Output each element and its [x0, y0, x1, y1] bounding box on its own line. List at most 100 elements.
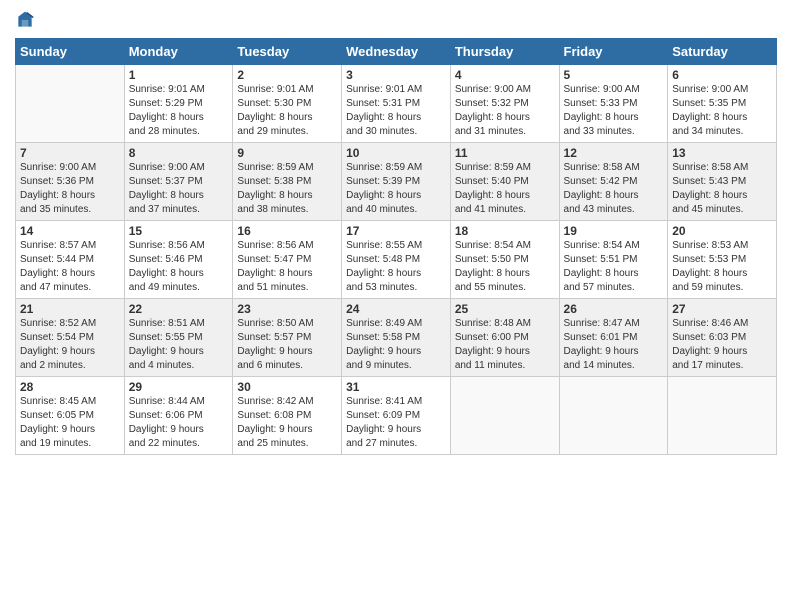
- day-number: 28: [20, 380, 120, 394]
- calendar-cell: 29Sunrise: 8:44 AM Sunset: 6:06 PM Dayli…: [124, 377, 233, 455]
- calendar-cell: 12Sunrise: 8:58 AM Sunset: 5:42 PM Dayli…: [559, 143, 668, 221]
- calendar-week-row: 14Sunrise: 8:57 AM Sunset: 5:44 PM Dayli…: [16, 221, 777, 299]
- calendar-cell: 10Sunrise: 8:59 AM Sunset: 5:39 PM Dayli…: [342, 143, 451, 221]
- day-number: 11: [455, 146, 555, 160]
- day-number: 6: [672, 68, 772, 82]
- calendar-week-row: 28Sunrise: 8:45 AM Sunset: 6:05 PM Dayli…: [16, 377, 777, 455]
- day-number: 24: [346, 302, 446, 316]
- page-container: SundayMondayTuesdayWednesdayThursdayFrid…: [0, 0, 792, 465]
- day-info: Sunrise: 8:42 AM Sunset: 6:08 PM Dayligh…: [237, 395, 337, 451]
- day-info: Sunrise: 8:51 AM Sunset: 5:55 PM Dayligh…: [129, 317, 229, 373]
- header: [15, 10, 777, 30]
- calendar-header-friday: Friday: [559, 39, 668, 65]
- day-number: 1: [129, 68, 229, 82]
- day-number: 30: [237, 380, 337, 394]
- logo: [15, 10, 37, 30]
- calendar-header-wednesday: Wednesday: [342, 39, 451, 65]
- calendar-cell: [668, 377, 777, 455]
- day-number: 22: [129, 302, 229, 316]
- calendar-cell: 2Sunrise: 9:01 AM Sunset: 5:30 PM Daylig…: [233, 65, 342, 143]
- day-number: 18: [455, 224, 555, 238]
- day-number: 17: [346, 224, 446, 238]
- day-info: Sunrise: 9:00 AM Sunset: 5:35 PM Dayligh…: [672, 83, 772, 139]
- day-number: 13: [672, 146, 772, 160]
- day-number: 9: [237, 146, 337, 160]
- day-info: Sunrise: 8:41 AM Sunset: 6:09 PM Dayligh…: [346, 395, 446, 451]
- day-info: Sunrise: 8:46 AM Sunset: 6:03 PM Dayligh…: [672, 317, 772, 373]
- calendar-cell: 23Sunrise: 8:50 AM Sunset: 5:57 PM Dayli…: [233, 299, 342, 377]
- day-info: Sunrise: 8:56 AM Sunset: 5:46 PM Dayligh…: [129, 239, 229, 295]
- day-number: 23: [237, 302, 337, 316]
- day-number: 7: [20, 146, 120, 160]
- day-info: Sunrise: 8:53 AM Sunset: 5:53 PM Dayligh…: [672, 239, 772, 295]
- calendar-cell: 5Sunrise: 9:00 AM Sunset: 5:33 PM Daylig…: [559, 65, 668, 143]
- day-number: 19: [564, 224, 664, 238]
- day-info: Sunrise: 8:54 AM Sunset: 5:50 PM Dayligh…: [455, 239, 555, 295]
- day-number: 15: [129, 224, 229, 238]
- day-number: 25: [455, 302, 555, 316]
- day-info: Sunrise: 8:54 AM Sunset: 5:51 PM Dayligh…: [564, 239, 664, 295]
- calendar-cell: 15Sunrise: 8:56 AM Sunset: 5:46 PM Dayli…: [124, 221, 233, 299]
- calendar-week-row: 1Sunrise: 9:01 AM Sunset: 5:29 PM Daylig…: [16, 65, 777, 143]
- calendar-cell: 19Sunrise: 8:54 AM Sunset: 5:51 PM Dayli…: [559, 221, 668, 299]
- day-number: 10: [346, 146, 446, 160]
- day-info: Sunrise: 8:50 AM Sunset: 5:57 PM Dayligh…: [237, 317, 337, 373]
- day-info: Sunrise: 9:00 AM Sunset: 5:32 PM Dayligh…: [455, 83, 555, 139]
- calendar-cell: [16, 65, 125, 143]
- calendar-header-monday: Monday: [124, 39, 233, 65]
- calendar-cell: 22Sunrise: 8:51 AM Sunset: 5:55 PM Dayli…: [124, 299, 233, 377]
- day-number: 16: [237, 224, 337, 238]
- day-info: Sunrise: 8:57 AM Sunset: 5:44 PM Dayligh…: [20, 239, 120, 295]
- day-info: Sunrise: 9:00 AM Sunset: 5:37 PM Dayligh…: [129, 161, 229, 217]
- day-number: 27: [672, 302, 772, 316]
- calendar-cell: 7Sunrise: 9:00 AM Sunset: 5:36 PM Daylig…: [16, 143, 125, 221]
- day-info: Sunrise: 8:59 AM Sunset: 5:39 PM Dayligh…: [346, 161, 446, 217]
- calendar-header-tuesday: Tuesday: [233, 39, 342, 65]
- day-info: Sunrise: 8:56 AM Sunset: 5:47 PM Dayligh…: [237, 239, 337, 295]
- calendar-cell: 28Sunrise: 8:45 AM Sunset: 6:05 PM Dayli…: [16, 377, 125, 455]
- calendar-cell: 25Sunrise: 8:48 AM Sunset: 6:00 PM Dayli…: [450, 299, 559, 377]
- day-number: 21: [20, 302, 120, 316]
- day-info: Sunrise: 8:47 AM Sunset: 6:01 PM Dayligh…: [564, 317, 664, 373]
- day-number: 31: [346, 380, 446, 394]
- calendar-cell: 1Sunrise: 9:01 AM Sunset: 5:29 PM Daylig…: [124, 65, 233, 143]
- day-info: Sunrise: 8:44 AM Sunset: 6:06 PM Dayligh…: [129, 395, 229, 451]
- day-number: 26: [564, 302, 664, 316]
- logo-icon: [15, 10, 35, 30]
- calendar-cell: 21Sunrise: 8:52 AM Sunset: 5:54 PM Dayli…: [16, 299, 125, 377]
- calendar-cell: 24Sunrise: 8:49 AM Sunset: 5:58 PM Dayli…: [342, 299, 451, 377]
- calendar-header-row: SundayMondayTuesdayWednesdayThursdayFrid…: [16, 39, 777, 65]
- day-number: 3: [346, 68, 446, 82]
- day-number: 29: [129, 380, 229, 394]
- calendar-cell: 31Sunrise: 8:41 AM Sunset: 6:09 PM Dayli…: [342, 377, 451, 455]
- day-info: Sunrise: 8:49 AM Sunset: 5:58 PM Dayligh…: [346, 317, 446, 373]
- calendar-cell: 27Sunrise: 8:46 AM Sunset: 6:03 PM Dayli…: [668, 299, 777, 377]
- calendar-week-row: 7Sunrise: 9:00 AM Sunset: 5:36 PM Daylig…: [16, 143, 777, 221]
- day-info: Sunrise: 9:01 AM Sunset: 5:30 PM Dayligh…: [237, 83, 337, 139]
- calendar-header-thursday: Thursday: [450, 39, 559, 65]
- day-info: Sunrise: 8:52 AM Sunset: 5:54 PM Dayligh…: [20, 317, 120, 373]
- calendar-cell: 6Sunrise: 9:00 AM Sunset: 5:35 PM Daylig…: [668, 65, 777, 143]
- day-info: Sunrise: 9:00 AM Sunset: 5:33 PM Dayligh…: [564, 83, 664, 139]
- calendar-cell: 3Sunrise: 9:01 AM Sunset: 5:31 PM Daylig…: [342, 65, 451, 143]
- day-number: 5: [564, 68, 664, 82]
- calendar-table: SundayMondayTuesdayWednesdayThursdayFrid…: [15, 38, 777, 455]
- day-info: Sunrise: 8:55 AM Sunset: 5:48 PM Dayligh…: [346, 239, 446, 295]
- calendar-cell: 13Sunrise: 8:58 AM Sunset: 5:43 PM Dayli…: [668, 143, 777, 221]
- calendar-cell: [559, 377, 668, 455]
- calendar-cell: 26Sunrise: 8:47 AM Sunset: 6:01 PM Dayli…: [559, 299, 668, 377]
- calendar-cell: 20Sunrise: 8:53 AM Sunset: 5:53 PM Dayli…: [668, 221, 777, 299]
- day-number: 14: [20, 224, 120, 238]
- calendar-cell: 30Sunrise: 8:42 AM Sunset: 6:08 PM Dayli…: [233, 377, 342, 455]
- day-number: 4: [455, 68, 555, 82]
- calendar-cell: 16Sunrise: 8:56 AM Sunset: 5:47 PM Dayli…: [233, 221, 342, 299]
- day-number: 20: [672, 224, 772, 238]
- calendar-cell: 17Sunrise: 8:55 AM Sunset: 5:48 PM Dayli…: [342, 221, 451, 299]
- day-number: 2: [237, 68, 337, 82]
- calendar-cell: 18Sunrise: 8:54 AM Sunset: 5:50 PM Dayli…: [450, 221, 559, 299]
- day-number: 12: [564, 146, 664, 160]
- calendar-cell: 11Sunrise: 8:59 AM Sunset: 5:40 PM Dayli…: [450, 143, 559, 221]
- day-info: Sunrise: 8:58 AM Sunset: 5:43 PM Dayligh…: [672, 161, 772, 217]
- day-info: Sunrise: 9:01 AM Sunset: 5:31 PM Dayligh…: [346, 83, 446, 139]
- calendar-week-row: 21Sunrise: 8:52 AM Sunset: 5:54 PM Dayli…: [16, 299, 777, 377]
